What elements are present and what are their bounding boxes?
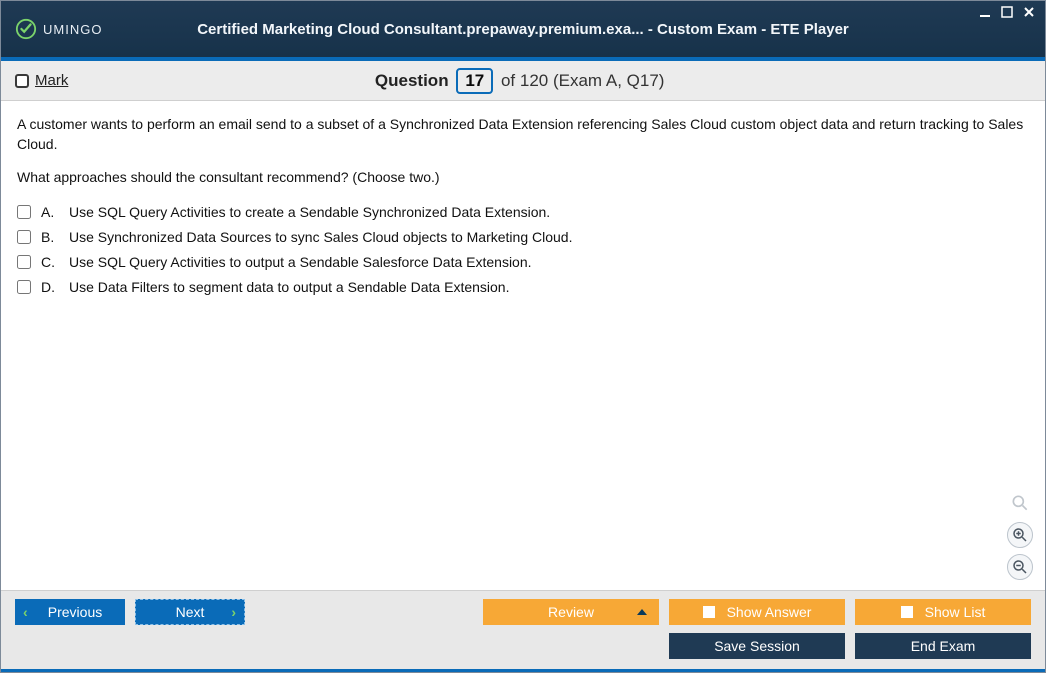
logo-text: UMINGO [43, 22, 102, 37]
titlebar: UMINGO Certified Marketing Cloud Consult… [1, 1, 1045, 57]
maximize-button[interactable] [999, 5, 1015, 19]
previous-button[interactable]: ‹ Previous [15, 599, 125, 625]
review-label: Review [548, 604, 594, 620]
triangle-up-icon [637, 609, 647, 615]
mark-label[interactable]: Mark [35, 72, 68, 89]
logo-checkmark-icon [15, 18, 37, 40]
save-session-label: Save Session [714, 638, 800, 654]
footer: ‹ Previous Next › Review Show Answer Sho… [1, 590, 1045, 669]
mark-checkbox-icon[interactable] [15, 74, 29, 88]
question-header-bar: Mark Question 17 of 120 (Exam A, Q17) [1, 61, 1045, 101]
option-c-text: Use SQL Query Activities to output a Sen… [69, 252, 532, 273]
app-logo: UMINGO [15, 18, 102, 40]
mark-toggle[interactable]: Mark [15, 72, 68, 89]
zoom-out-button[interactable] [1007, 554, 1033, 580]
option-d-letter: D. [41, 277, 59, 298]
next-button[interactable]: Next › [135, 599, 245, 625]
option-b[interactable]: B. Use Synchronized Data Sources to sync… [17, 227, 1029, 248]
footer-row-1: ‹ Previous Next › Review Show Answer Sho… [15, 599, 1031, 625]
question-content: A customer wants to perform an email sen… [1, 101, 1045, 590]
option-c-checkbox[interactable] [17, 255, 31, 269]
next-label: Next [176, 604, 205, 620]
review-button[interactable]: Review [483, 599, 659, 625]
minimize-button[interactable] [977, 5, 993, 19]
window-title: Certified Marketing Cloud Consultant.pre… [197, 21, 849, 38]
option-a-text: Use SQL Query Activities to create a Sen… [69, 202, 550, 223]
option-a-checkbox[interactable] [17, 205, 31, 219]
window-controls [977, 5, 1037, 19]
question-stem-2: What approaches should the consultant re… [17, 168, 1029, 188]
checkbox-icon [703, 606, 715, 618]
question-suffix: of 120 (Exam A, Q17) [501, 71, 664, 90]
zoom-in-button[interactable] [1007, 522, 1033, 548]
chevron-right-icon: › [231, 604, 236, 620]
show-list-label: Show List [925, 604, 986, 620]
answer-options: A. Use SQL Query Activities to create a … [17, 202, 1029, 298]
option-c-letter: C. [41, 252, 59, 273]
option-d-checkbox[interactable] [17, 280, 31, 294]
show-answer-label: Show Answer [727, 604, 812, 620]
search-icon[interactable] [1007, 490, 1033, 516]
close-button[interactable] [1021, 5, 1037, 19]
question-indicator: Question 17 of 120 (Exam A, Q17) [68, 68, 971, 94]
option-b-checkbox[interactable] [17, 230, 31, 244]
app-window: UMINGO Certified Marketing Cloud Consult… [0, 0, 1046, 673]
chevron-left-icon: ‹ [23, 604, 28, 620]
option-a[interactable]: A. Use SQL Query Activities to create a … [17, 202, 1029, 223]
option-c[interactable]: C. Use SQL Query Activities to output a … [17, 252, 1029, 273]
option-d-text: Use Data Filters to segment data to outp… [69, 277, 509, 298]
end-exam-button[interactable]: End Exam [855, 633, 1031, 659]
question-word: Question [375, 71, 449, 90]
previous-label: Previous [48, 604, 102, 620]
option-d[interactable]: D. Use Data Filters to segment data to o… [17, 277, 1029, 298]
footer-row-2: Save Session End Exam [15, 633, 1031, 659]
question-number: 17 [456, 68, 493, 94]
bottom-accent-bar [1, 669, 1045, 672]
question-stem-1: A customer wants to perform an email sen… [17, 115, 1029, 154]
end-exam-label: End Exam [911, 638, 976, 654]
checkbox-icon [901, 606, 913, 618]
save-session-button[interactable]: Save Session [669, 633, 845, 659]
zoom-tools [1007, 490, 1033, 580]
option-b-text: Use Synchronized Data Sources to sync Sa… [69, 227, 572, 248]
show-answer-button[interactable]: Show Answer [669, 599, 845, 625]
option-a-letter: A. [41, 202, 59, 223]
option-b-letter: B. [41, 227, 59, 248]
show-list-button[interactable]: Show List [855, 599, 1031, 625]
